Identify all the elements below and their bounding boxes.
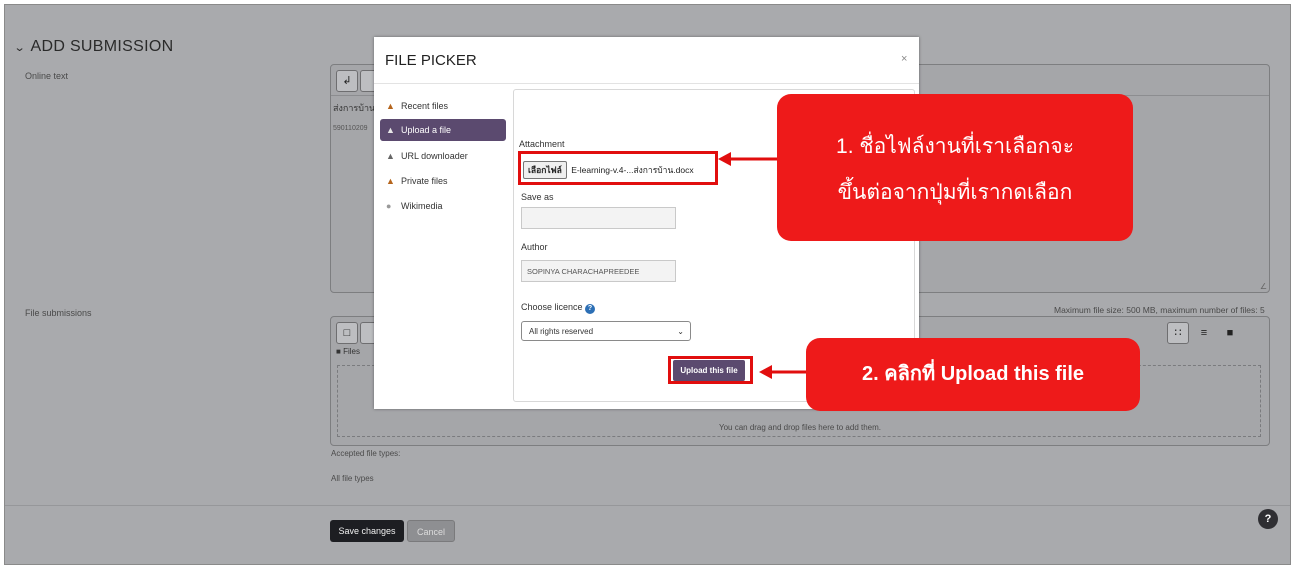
- folder-icon: ■: [336, 347, 344, 356]
- chevron-down-icon: ⌄: [677, 327, 684, 336]
- repo-private-files[interactable]: ▲ Private files: [380, 170, 506, 192]
- callout-line: ขึ้นต่อจากปุ่มที่เรากดเลือก: [837, 181, 1073, 204]
- annotation-callout-2: 2. คลิกที่ Upload this file: [806, 338, 1140, 411]
- repo-upload-a-file[interactable]: ▲ Upload a file: [380, 119, 506, 141]
- save-as-label: Save as: [521, 192, 554, 202]
- licence-label: Choose licence ?: [521, 302, 596, 314]
- chevron-down-icon: ⌄: [13, 42, 26, 54]
- repo-recent-files[interactable]: ▲ Recent files: [380, 95, 506, 117]
- licence-label-text: Choose licence: [521, 302, 583, 312]
- editor-text-line: 590110209: [333, 125, 368, 132]
- licence-select[interactable]: All rights reserved ⌄: [521, 321, 691, 341]
- online-text-label: Online text: [25, 71, 69, 81]
- url-downloader-icon: ▲: [386, 151, 395, 161]
- arrow-left-icon: [759, 365, 810, 379]
- view-list-icon[interactable]: ≡: [1193, 322, 1215, 344]
- section-title-text: ADD SUBMISSION: [30, 38, 174, 55]
- upload-this-file-button[interactable]: Upload this file: [673, 360, 745, 381]
- files-path[interactable]: ■ Files: [336, 347, 360, 356]
- drop-hint: You can drag and drop files here to add …: [718, 423, 882, 432]
- accepted-types-label: Accepted file types:: [331, 449, 401, 458]
- author-label: Author: [521, 242, 548, 252]
- repo-label: Upload a file: [401, 125, 452, 135]
- file-picker-title: FILE PICKER: [385, 52, 477, 69]
- recent-files-icon: ▲: [386, 101, 395, 111]
- repo-wikimedia[interactable]: ● Wikimedia: [380, 195, 506, 217]
- file-limit-text: Maximum file size: 500 MB, maximum numbe…: [1054, 305, 1265, 315]
- save-changes-button[interactable]: Save changes: [330, 520, 404, 542]
- repo-label: Recent files: [401, 101, 449, 111]
- editor-text-line: ส่งการบ้าน: [333, 103, 376, 113]
- close-icon[interactable]: ×: [901, 53, 907, 65]
- help-button[interactable]: ?: [1258, 509, 1278, 529]
- help-icon[interactable]: ?: [585, 304, 596, 314]
- view-tree-icon[interactable]: ■: [1219, 322, 1241, 344]
- resize-handle-icon[interactable]: ∠: [1260, 282, 1267, 291]
- dialog-header-divider: [374, 83, 919, 84]
- callout-line: 1. ชื่อไฟล์งานที่เราเลือกจะ: [836, 135, 1074, 158]
- files-path-label: Files: [343, 347, 360, 356]
- editor-toolbar-button[interactable]: ↲: [336, 70, 358, 92]
- save-as-input[interactable]: [521, 207, 676, 229]
- section-title[interactable]: ⌄ ADD SUBMISSION: [13, 38, 174, 56]
- upload-icon: ▲: [386, 125, 395, 135]
- private-files-icon: ▲: [386, 176, 395, 186]
- file-submissions-label: File submissions: [25, 308, 92, 318]
- divider: [5, 505, 1290, 506]
- repo-url-downloader[interactable]: ▲ URL downloader: [380, 145, 506, 167]
- annotation-callout-1: 1. ชื่อไฟล์งานที่เราเลือกจะ ขึ้นต่อจากปุ…: [777, 94, 1133, 241]
- page-frame: ⌄ ADD SUBMISSION Online text ↲ ส่งการบ้าน…: [4, 4, 1291, 565]
- cancel-button[interactable]: Cancel: [407, 520, 455, 542]
- accepted-types-value: All file types: [331, 474, 374, 483]
- view-icons-icon[interactable]: ∷: [1167, 322, 1189, 344]
- author-input[interactable]: SOPINYA CHARACHAPREEDEE: [521, 260, 676, 282]
- add-file-icon[interactable]: □: [336, 322, 358, 344]
- attachment-label: Attachment: [519, 139, 565, 149]
- repo-label: Private files: [401, 176, 448, 186]
- repo-label: URL downloader: [401, 151, 468, 161]
- annotation-highlight-file: [518, 151, 718, 185]
- licence-value: All rights reserved: [529, 327, 594, 336]
- repo-label: Wikimedia: [401, 201, 443, 211]
- wikimedia-icon: ●: [386, 201, 392, 211]
